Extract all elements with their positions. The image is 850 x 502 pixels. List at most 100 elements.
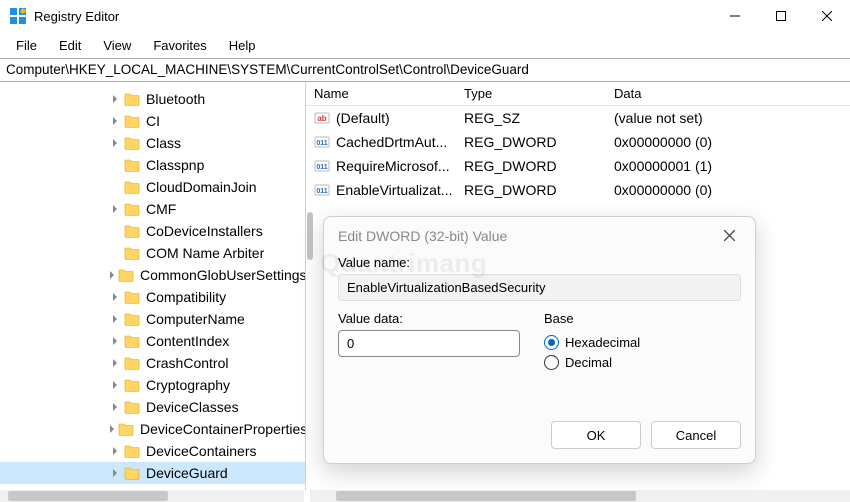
- radio-decimal[interactable]: Decimal: [544, 355, 640, 370]
- chevron-right-icon[interactable]: [108, 469, 122, 477]
- radio-hexadecimal[interactable]: Hexadecimal: [544, 335, 640, 350]
- list-scrollbar[interactable]: [310, 490, 850, 502]
- chevron-right-icon[interactable]: [108, 337, 122, 345]
- tree-node-label: DeviceClasses: [146, 399, 239, 415]
- menu-edit[interactable]: Edit: [49, 35, 91, 56]
- tree-pane: Bluetooth CI Class Classpnp CloudDomainJoin C…: [0, 82, 306, 490]
- tree-node[interactable]: Compatibility: [0, 286, 305, 308]
- tree-node-label: CI: [146, 113, 160, 129]
- tree-node-label: CrashControl: [146, 355, 228, 371]
- list-header: Name Type Data: [306, 82, 850, 106]
- tree-scrollbar[interactable]: [0, 490, 304, 502]
- folder-icon: [124, 92, 140, 106]
- tree-node[interactable]: CrashControl: [0, 352, 305, 374]
- list-row[interactable]: ab(Default)REG_SZ(value not set): [306, 106, 850, 130]
- value-name-label: Value name:: [338, 255, 741, 270]
- tree-node[interactable]: DeviceContainerProperties: [0, 418, 305, 440]
- tree-node[interactable]: DeviceContainers: [0, 440, 305, 462]
- folder-icon: [124, 334, 140, 348]
- folder-icon: [124, 246, 140, 260]
- chevron-right-icon[interactable]: [108, 205, 122, 213]
- chevron-right-icon[interactable]: [108, 139, 122, 147]
- list-row[interactable]: 011 EnableVirtualizat...REG_DWORD0x000000…: [306, 178, 850, 202]
- tree-node[interactable]: CMF: [0, 198, 305, 220]
- tree-node[interactable]: CoDeviceInstallers: [0, 220, 305, 242]
- address-bar[interactable]: Computer\HKEY_LOCAL_MACHINE\SYSTEM\Curre…: [0, 58, 850, 82]
- tree-node[interactable]: DeviceClasses: [0, 396, 305, 418]
- svg-text:011: 011: [316, 164, 327, 171]
- base-label: Base: [544, 311, 640, 326]
- tree-node[interactable]: CI: [0, 110, 305, 132]
- column-data[interactable]: Data: [606, 86, 850, 101]
- chevron-right-icon[interactable]: [108, 447, 122, 455]
- chevron-right-icon[interactable]: [108, 293, 122, 301]
- chevron-right-icon[interactable]: [108, 95, 122, 103]
- value-data-input[interactable]: [338, 330, 520, 357]
- regedit-app-icon: [10, 8, 26, 24]
- tree-node[interactable]: Class: [0, 132, 305, 154]
- folder-icon: [124, 136, 140, 150]
- tree-node[interactable]: COM Name Arbiter: [0, 242, 305, 264]
- maximize-button[interactable]: [758, 0, 804, 32]
- tree-node-label: CMF: [146, 201, 176, 217]
- cell-type: REG_DWORD: [456, 158, 606, 174]
- tree-node-label: Classpnp: [146, 157, 204, 173]
- titlebar: Registry Editor: [0, 0, 850, 32]
- chevron-right-icon[interactable]: [108, 117, 122, 125]
- cell-name: EnableVirtualizat...: [336, 182, 452, 198]
- radio-icon: [544, 355, 559, 370]
- radio-icon: [544, 335, 559, 350]
- folder-icon: [124, 290, 140, 304]
- cancel-button[interactable]: Cancel: [651, 421, 741, 449]
- tree-node-label: ContentIndex: [146, 333, 229, 349]
- cell-type: REG_DWORD: [456, 134, 606, 150]
- close-button[interactable]: [804, 0, 850, 32]
- tree-node[interactable]: DeviceGuard: [0, 462, 305, 484]
- folder-icon: [124, 180, 140, 194]
- tree-node-label: CloudDomainJoin: [146, 179, 257, 195]
- menu-file[interactable]: File: [6, 35, 47, 56]
- dword-value-icon: 011: [314, 182, 330, 198]
- menu-view[interactable]: View: [93, 35, 141, 56]
- dialog-close-button[interactable]: [718, 222, 741, 250]
- tree-node-label: COM Name Arbiter: [146, 245, 264, 261]
- folder-icon: [124, 400, 140, 414]
- column-type[interactable]: Type: [456, 86, 606, 101]
- cell-type: REG_DWORD: [456, 182, 606, 198]
- menu-favorites[interactable]: Favorites: [143, 35, 216, 56]
- chevron-right-icon[interactable]: [108, 359, 122, 367]
- tree-node[interactable]: ComputerName: [0, 308, 305, 330]
- menu-help[interactable]: Help: [219, 35, 266, 56]
- window-title: Registry Editor: [34, 9, 712, 24]
- tree-node[interactable]: Bluetooth: [0, 88, 305, 110]
- svg-text:011: 011: [316, 140, 327, 147]
- cell-data: 0x00000000 (0): [606, 182, 850, 198]
- folder-icon: [118, 268, 134, 282]
- tree-node-label: DeviceGuard: [146, 465, 228, 481]
- tree-node[interactable]: ContentIndex: [0, 330, 305, 352]
- column-name[interactable]: Name: [306, 86, 456, 101]
- ok-button[interactable]: OK: [551, 421, 641, 449]
- list-row[interactable]: 011RequireMicrosof...REG_DWORD0x00000001…: [306, 154, 850, 178]
- svg-text:ab: ab: [317, 114, 326, 123]
- tree-node-label: Bluetooth: [146, 91, 205, 107]
- chevron-right-icon[interactable]: [108, 271, 116, 279]
- folder-icon: [124, 158, 140, 172]
- minimize-button[interactable]: [712, 0, 758, 32]
- chevron-right-icon[interactable]: [108, 425, 116, 433]
- tree-node[interactable]: Cryptography: [0, 374, 305, 396]
- chevron-right-icon[interactable]: [108, 403, 122, 411]
- edit-dword-dialog: Edit DWORD (32-bit) Value Value name: En…: [323, 216, 756, 464]
- svg-text:011: 011: [316, 188, 327, 195]
- tree-node[interactable]: CommonGlobUserSettings: [0, 264, 305, 286]
- list-row[interactable]: 011CachedDrtmAut...REG_DWORD0x00000000 (…: [306, 130, 850, 154]
- chevron-right-icon[interactable]: [108, 381, 122, 389]
- tree-node[interactable]: Classpnp: [0, 154, 305, 176]
- tree-node-label: CommonGlobUserSettings: [140, 267, 306, 283]
- chevron-right-icon[interactable]: [108, 315, 122, 323]
- cell-name: RequireMicrosof...: [336, 158, 450, 174]
- value-name-field[interactable]: EnableVirtualizationBasedSecurity: [338, 274, 741, 301]
- tree-node[interactable]: CloudDomainJoin: [0, 176, 305, 198]
- tree-node-label: DeviceContainerProperties: [140, 421, 306, 437]
- tree-node-label: DeviceContainers: [146, 443, 257, 459]
